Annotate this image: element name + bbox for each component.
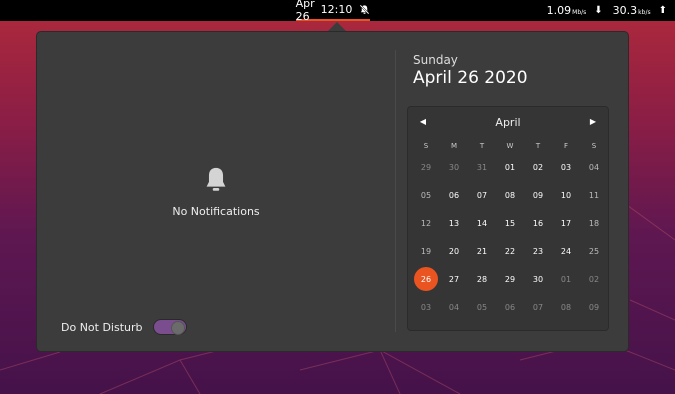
date-header[interactable]: Sunday April 26 2020	[413, 53, 528, 88]
time-label: 12:10	[320, 3, 353, 16]
upload-speed: 30.3kb/s	[612, 4, 651, 17]
clock-button[interactable]: Apr 26 12:10	[295, 0, 370, 23]
notification-area: No Notifications Do Not Disturb	[37, 32, 395, 351]
calendar-day[interactable]: 01	[552, 265, 580, 293]
calendar-day[interactable]: 06	[496, 293, 524, 321]
calendar-day[interactable]: 05	[412, 181, 440, 209]
download-arrow-icon: ⬇	[594, 5, 603, 16]
calendar-day[interactable]: 13	[440, 209, 468, 237]
divider	[395, 50, 396, 332]
month-label: April	[495, 116, 521, 129]
calendar-day[interactable]: 22	[496, 237, 524, 265]
empty-notifications-label: No Notifications	[172, 205, 260, 218]
weekday-header: S	[591, 142, 597, 150]
calendar-day[interactable]: 08	[552, 293, 580, 321]
date-label: Apr 26	[295, 0, 315, 23]
calendar-day-today[interactable]: 26	[412, 265, 440, 293]
calendar-day[interactable]: 31	[468, 153, 496, 181]
calendar-day[interactable]: 02	[580, 265, 608, 293]
weekday-header: M	[450, 142, 458, 150]
calendar-day[interactable]: 29	[496, 265, 524, 293]
calendar-grid: S M T W T F S 29 30 31 01 02 03 04 05 06 07 08 09 10 11 12 13 1…	[412, 139, 604, 321]
download-speed: 1.09Mb/s	[546, 4, 587, 17]
weekday-header: T	[479, 142, 485, 150]
upload-arrow-icon: ⬆	[658, 5, 667, 16]
calendar-day[interactable]: 15	[496, 209, 524, 237]
do-not-disturb: Do Not Disturb	[61, 319, 187, 335]
date-menu-panel: No Notifications Do Not Disturb Sunday A…	[36, 31, 629, 352]
empty-notifications: No Notifications	[37, 165, 395, 218]
calendar-day[interactable]: 20	[440, 237, 468, 265]
calendar-day[interactable]: 16	[524, 209, 552, 237]
netspeed-indicator[interactable]: 1.09Mb/s ⬇ 30.3kb/s ⬆	[547, 0, 667, 21]
calendar-day[interactable]: 11	[580, 181, 608, 209]
calendar-day[interactable]: 10	[552, 181, 580, 209]
weekday-header: S	[423, 142, 429, 150]
calendar-nav: ◀ April ▶	[408, 107, 608, 137]
calendar-day[interactable]: 23	[524, 237, 552, 265]
bell-icon	[206, 167, 226, 191]
calendar-day[interactable]: 02	[524, 153, 552, 181]
dnd-label: Do Not Disturb	[61, 320, 143, 334]
calendar-day[interactable]: 19	[412, 237, 440, 265]
next-month-button[interactable]: ▶	[585, 115, 601, 129]
calendar-day[interactable]: 06	[440, 181, 468, 209]
calendar: ◀ April ▶ S M T W T F S 29 30 31 01 02 03 04 05 06 07 08 0…	[407, 106, 609, 331]
bell-muted-icon	[359, 4, 370, 15]
calendar-day[interactable]: 29	[412, 153, 440, 181]
calendar-day[interactable]: 04	[440, 293, 468, 321]
calendar-day[interactable]: 30	[524, 265, 552, 293]
calendar-day[interactable]: 25	[580, 237, 608, 265]
calendar-day[interactable]: 08	[496, 181, 524, 209]
weekday-header: F	[563, 142, 569, 150]
calendar-day[interactable]: 27	[440, 265, 468, 293]
calendar-day[interactable]: 14	[468, 209, 496, 237]
calendar-day[interactable]: 28	[468, 265, 496, 293]
calendar-day[interactable]: 09	[524, 181, 552, 209]
top-bar: Apr 26 12:10 1.09Mb/s ⬇ 30.3kb/s ⬆	[0, 0, 675, 23]
calendar-day[interactable]: 30	[440, 153, 468, 181]
calendar-day[interactable]: 17	[552, 209, 580, 237]
calendar-day[interactable]: 18	[580, 209, 608, 237]
dnd-toggle[interactable]	[152, 319, 187, 335]
calendar-day[interactable]: 21	[468, 237, 496, 265]
full-date-label: April 26 2020	[413, 68, 528, 88]
weekday-header: T	[535, 142, 541, 150]
calendar-day[interactable]: 07	[524, 293, 552, 321]
calendar-day[interactable]: 04	[580, 153, 608, 181]
calendar-day[interactable]: 01	[496, 153, 524, 181]
dnd-toggle-knob	[170, 321, 185, 335]
calendar-day[interactable]: 03	[412, 293, 440, 321]
calendar-day[interactable]: 07	[468, 181, 496, 209]
calendar-day[interactable]: 09	[580, 293, 608, 321]
weekday-header: W	[506, 142, 514, 150]
calendar-day[interactable]: 05	[468, 293, 496, 321]
calendar-day[interactable]: 03	[552, 153, 580, 181]
calendar-day[interactable]: 24	[552, 237, 580, 265]
weekday-label: Sunday	[413, 53, 458, 67]
calendar-day[interactable]: 12	[412, 209, 440, 237]
